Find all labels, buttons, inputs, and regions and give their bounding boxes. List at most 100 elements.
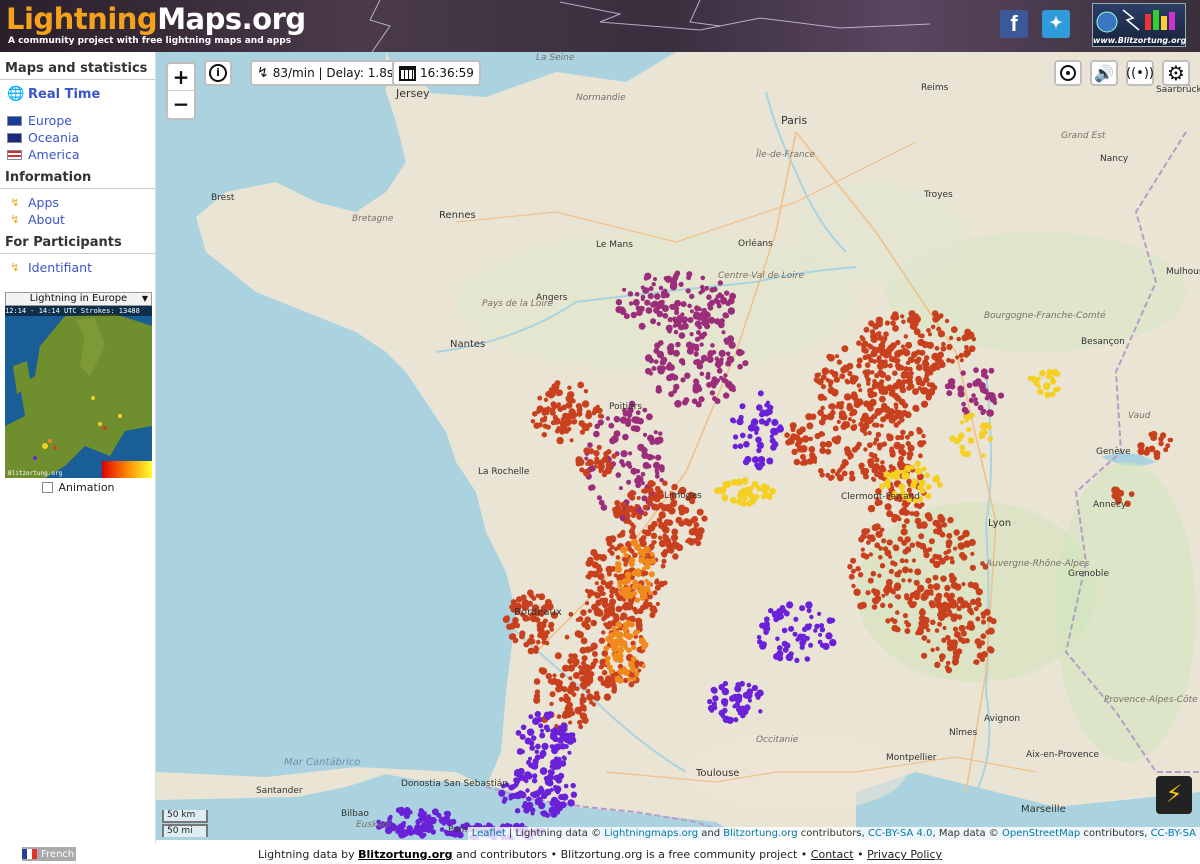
info-button[interactable]: i [204, 60, 232, 86]
lightning-strike [1128, 491, 1135, 497]
lightning-strike [614, 675, 622, 683]
lightning-strike [528, 714, 534, 720]
lightning-strike [960, 370, 966, 376]
sidebar-item-realtime[interactable]: 🌐 Real Time [0, 82, 155, 106]
lightning-strike [718, 486, 726, 495]
lightning-strike [693, 351, 699, 357]
lightning-strike [718, 349, 726, 357]
lightning-strike [828, 403, 834, 409]
lightning-strike [927, 583, 934, 590]
lightning-strike [550, 420, 556, 426]
lightning-strike [529, 762, 536, 769]
lightning-strike [554, 759, 561, 766]
lightning-strike [773, 653, 780, 660]
lightning-strike [924, 512, 932, 520]
time-display[interactable]: 16:36:59 [392, 60, 481, 86]
lightning-strike [885, 478, 892, 485]
lightning-strike [1151, 430, 1158, 437]
sidebar-item-identifiant[interactable]: ↯ Identifiant [0, 259, 155, 276]
lightning-strike [672, 349, 680, 357]
lightning-strike [881, 593, 886, 598]
lightning-strike [939, 531, 946, 538]
mini-map-select[interactable]: Lightning in Europe ▼ [5, 292, 152, 306]
zoom-out-button[interactable]: − [168, 91, 194, 118]
lightning-strike [743, 480, 748, 486]
lightning-strike [909, 592, 917, 599]
lightning-strike [620, 508, 626, 514]
privacy-policy-link[interactable]: Privacy Policy [867, 848, 942, 861]
lightning-strike [851, 391, 858, 398]
lightning-strike [997, 392, 1005, 399]
contact-link[interactable]: Contact [811, 848, 854, 861]
river-label: La Seine [536, 53, 575, 63]
facebook-icon[interactable]: f [1000, 10, 1028, 38]
lightning-strike [658, 431, 663, 436]
cc-license-link[interactable]: CC-BY-SA 4.0 [868, 828, 933, 839]
twitter-icon[interactable]: ✦ [1042, 10, 1070, 38]
sidebar-item-america[interactable]: America [0, 146, 155, 163]
locate-button[interactable] [1054, 60, 1082, 86]
lightning-strike [809, 614, 814, 620]
cc-license-link-2[interactable]: CC-BY-SA [1151, 828, 1196, 839]
lightning-strike [598, 499, 605, 506]
lightning-strike [673, 329, 679, 335]
map-canvas[interactable]: Paris Rennes Nantes Brest Le Mans Orléan… [156, 52, 1200, 840]
lightning-strike [906, 385, 912, 391]
settings-button[interactable]: ⚙ [1162, 60, 1190, 86]
lightning-strike [549, 627, 554, 632]
lightning-strike [949, 559, 955, 565]
lightning-strike [653, 347, 660, 354]
blitzortung-footer-link[interactable]: Blitzortung.org [358, 848, 452, 861]
lightning-strike [533, 693, 541, 700]
lightning-strike [987, 436, 993, 442]
lightning-strike [975, 616, 981, 622]
animation-checkbox[interactable] [42, 482, 54, 493]
lightning-strike [936, 326, 942, 332]
lightning-strike [940, 345, 947, 352]
mini-map-image[interactable]: Blitzortung.org 12:14 - 14:14 UTC Stroke… [5, 306, 152, 478]
lightning-strike [756, 689, 764, 697]
lightning-strike [662, 288, 668, 294]
stations-button[interactable]: ((•)) [1126, 60, 1154, 86]
lightning-strike [981, 651, 988, 658]
sidebar-item-oceania[interactable]: Oceania [0, 129, 155, 146]
lightning-strike [894, 359, 899, 364]
lightning-strike [510, 599, 517, 606]
lightning-strike [907, 444, 915, 452]
lightning-bolt-icon: ↯ [10, 261, 20, 274]
lightning-strike [576, 709, 582, 715]
sound-button[interactable]: 🔊 [1090, 60, 1118, 86]
blitzortung-banner[interactable]: www.Blitzortung.org [1092, 3, 1186, 47]
lightning-strike [561, 686, 568, 693]
lightning-strike [920, 400, 929, 408]
lightning-strike [817, 639, 823, 645]
lightning-strike [585, 688, 591, 694]
animation-toggle[interactable]: Animation [5, 481, 152, 494]
lightning-strike [936, 523, 943, 530]
lightning-strike [830, 468, 836, 474]
lightning-map[interactable]: Paris Rennes Nantes Brest Le Mans Orléan… [156, 52, 1200, 840]
lightning-strike [574, 630, 582, 638]
lightning-strike [936, 482, 943, 488]
lightning-strike [654, 293, 661, 300]
lightning-strike [921, 433, 926, 439]
lightning-strike [696, 330, 701, 335]
leaflet-link[interactable]: Leaflet [472, 828, 506, 839]
sidebar-item-apps[interactable]: ↯ Apps [0, 194, 155, 211]
sidebar-item-about[interactable]: ↯ About [0, 211, 155, 228]
lightning-strike [565, 402, 573, 409]
lightning-strike [597, 675, 604, 682]
sidebar-item-europe[interactable]: Europe [0, 112, 155, 129]
zoom-in-button[interactable]: + [168, 64, 194, 91]
site-logo[interactable]: LightningMaps.org [6, 2, 306, 36]
lightning-strike [894, 582, 902, 590]
gps-lightning-button[interactable]: ⚡ [1156, 776, 1192, 814]
blitzortung-link[interactable]: Blitzortung.org [723, 828, 797, 839]
lightning-strike [556, 729, 563, 736]
lightning-strike [712, 695, 719, 702]
lightning-strike [895, 364, 903, 371]
city-label: Clermont-Ferrand [841, 492, 920, 502]
lightning-strike [794, 657, 800, 664]
osm-link[interactable]: OpenStreetMap [1002, 828, 1080, 839]
lightningmaps-link[interactable]: Lightningmaps.org [604, 828, 698, 839]
